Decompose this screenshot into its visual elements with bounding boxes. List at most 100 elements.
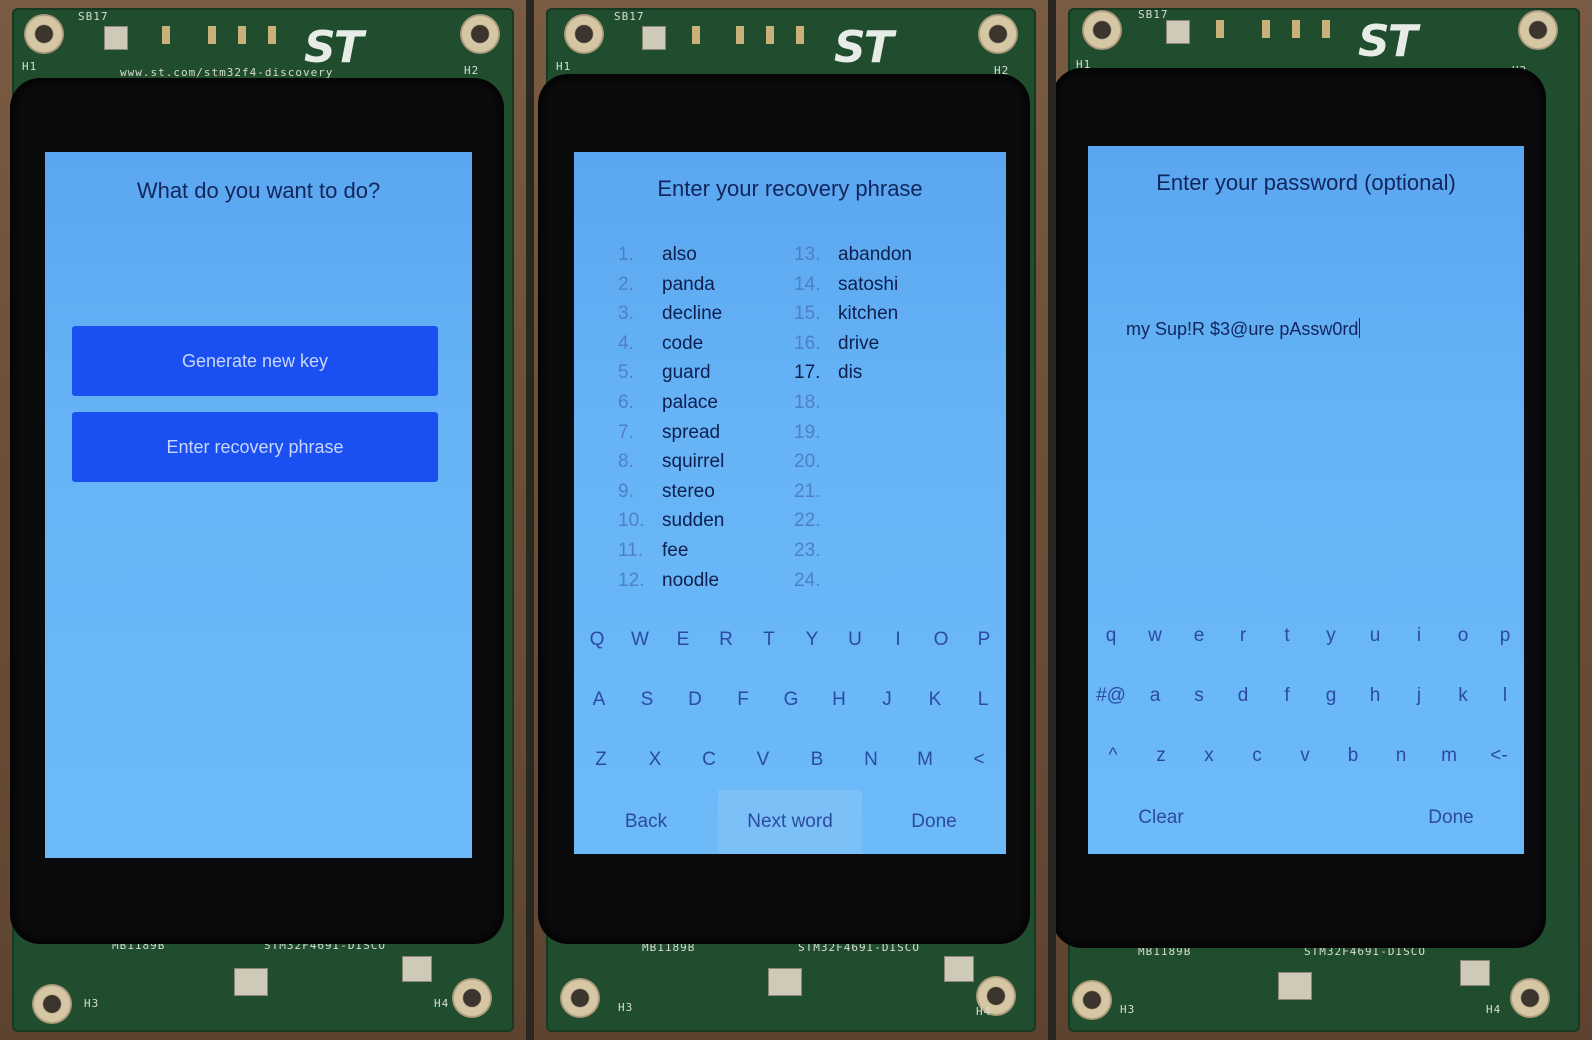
backspace-key[interactable]: < [958, 740, 1000, 780]
key-e[interactable]: E [662, 620, 704, 660]
key-e[interactable]: e [1178, 616, 1220, 656]
word-number: 23. [794, 540, 821, 561]
key-c[interactable]: C [688, 740, 730, 780]
word-number: 10. [618, 510, 645, 532]
key-r[interactable]: R [705, 620, 747, 660]
word-number: 18. [794, 392, 821, 413]
key-v[interactable]: v [1284, 736, 1326, 776]
key-h[interactable]: h [1354, 676, 1396, 716]
key-o[interactable]: o [1442, 616, 1484, 656]
word-number: 1. [618, 244, 634, 265]
key-n[interactable]: n [1380, 736, 1422, 776]
word-number: 15. [794, 303, 821, 325]
enter-recovery-phrase-button[interactable]: Enter recovery phrase [72, 412, 438, 482]
st-logo: ST [304, 22, 364, 73]
key-s[interactable]: S [626, 680, 668, 720]
key-p[interactable]: P [963, 620, 1005, 660]
key-b[interactable]: b [1332, 736, 1374, 776]
key-r[interactable]: r [1222, 616, 1264, 656]
key-g[interactable]: G [770, 680, 812, 720]
word-text: also [662, 244, 697, 265]
key-m[interactable]: M [904, 740, 946, 780]
key-q[interactable]: q [1090, 616, 1132, 656]
key-j[interactable]: J [866, 680, 908, 720]
key-w[interactable]: w [1134, 616, 1176, 656]
silk-text: H2 [464, 64, 480, 77]
key-w[interactable]: W [619, 620, 661, 660]
mount-hole [564, 14, 604, 54]
key-n[interactable]: N [850, 740, 892, 780]
word-number: 12. [618, 569, 645, 591]
key-o[interactable]: O [920, 620, 962, 660]
word-number: 22. [794, 510, 821, 532]
key-f[interactable]: f [1266, 676, 1308, 716]
word-number: 21. [794, 480, 821, 502]
key-t[interactable]: T [748, 620, 790, 660]
word-number: 7. [618, 421, 634, 443]
key-z[interactable]: Z [580, 740, 622, 780]
done-button[interactable]: Done [862, 790, 1006, 854]
key-b[interactable]: B [796, 740, 838, 780]
led-component [162, 26, 170, 44]
mount-hole [1082, 10, 1122, 50]
key-j[interactable]: j [1398, 676, 1440, 716]
silk-text: H3 [618, 1001, 634, 1014]
sensor-chip [104, 26, 128, 50]
word-number: 16. [794, 332, 821, 354]
key-q[interactable]: Q [576, 620, 618, 660]
key-i[interactable]: i [1398, 616, 1440, 656]
generate-new-key-button[interactable]: Generate new key [72, 326, 438, 396]
silk-text: STM32F469I-DISCO [1304, 945, 1426, 958]
display-bezel: Enter your recovery phrase 1. also 2. pand… [540, 76, 1028, 942]
key-a[interactable]: A [578, 680, 620, 720]
key-h[interactable]: H [818, 680, 860, 720]
key-i[interactable]: I [877, 620, 919, 660]
silk-text: MB1189B [1138, 945, 1192, 958]
key-p[interactable]: p [1484, 616, 1524, 656]
key-v[interactable]: V [742, 740, 784, 780]
key-s[interactable]: s [1178, 676, 1220, 716]
key-m[interactable]: m [1428, 736, 1470, 776]
mount-hole [452, 978, 492, 1018]
key-d[interactable]: D [674, 680, 716, 720]
mount-hole [1510, 978, 1550, 1018]
key-t[interactable]: t [1266, 616, 1308, 656]
key-k[interactable]: k [1442, 676, 1484, 716]
key-g[interactable]: g [1310, 676, 1352, 716]
back-button[interactable]: Back [574, 790, 718, 854]
led-component [208, 26, 216, 44]
key-f[interactable]: F [722, 680, 764, 720]
led-component [766, 26, 774, 44]
password-field[interactable]: my Sup!R $3@ure pAssw0rd [1126, 318, 1361, 340]
silk-text: H4 [976, 1005, 992, 1018]
word-number: 13. [794, 244, 821, 265]
key-u[interactable]: U [834, 620, 876, 660]
clear-button[interactable]: Clear [1088, 786, 1234, 850]
done-button[interactable]: Done [1378, 786, 1524, 850]
key-y[interactable]: Y [791, 620, 833, 660]
mount-hole [460, 14, 500, 54]
key-d[interactable]: d [1222, 676, 1264, 716]
symbols-key[interactable]: #@ [1090, 676, 1132, 716]
silk-text: H1 [556, 60, 572, 73]
silk-text: H4 [434, 997, 450, 1010]
next-word-button[interactable]: Next word [718, 790, 862, 854]
key-c[interactable]: c [1236, 736, 1278, 776]
key-l[interactable]: L [962, 680, 1004, 720]
key-l[interactable]: l [1484, 676, 1524, 716]
chip-u6 [944, 956, 974, 982]
backspace-key[interactable]: <- [1478, 736, 1520, 776]
word-number: 17. [794, 362, 821, 384]
shift-key[interactable]: ^ [1092, 736, 1134, 776]
key-k[interactable]: K [914, 680, 956, 720]
key-a[interactable]: a [1134, 676, 1176, 716]
key-y[interactable]: y [1310, 616, 1352, 656]
key-x[interactable]: X [634, 740, 676, 780]
key-z[interactable]: z [1140, 736, 1182, 776]
st-logo: ST [834, 22, 894, 73]
lcd-screen: What do you want to do? Generate new key… [45, 152, 472, 858]
key-u[interactable]: u [1354, 616, 1396, 656]
silk-text: H4 [1486, 1003, 1502, 1016]
led-component [796, 26, 804, 44]
key-x[interactable]: x [1188, 736, 1230, 776]
